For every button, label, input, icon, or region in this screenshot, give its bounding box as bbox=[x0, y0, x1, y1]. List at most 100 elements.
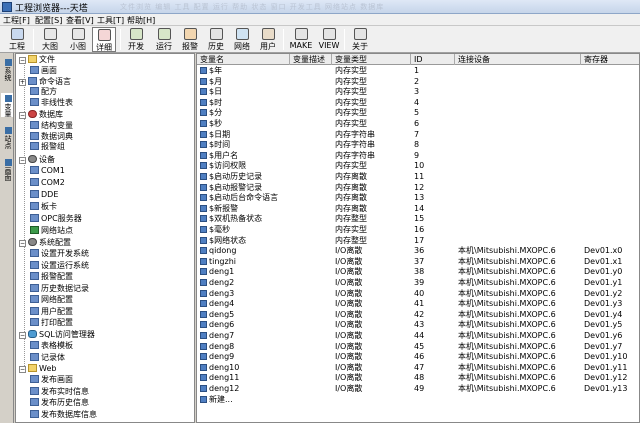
vtab-stations[interactable]: 站点 bbox=[1, 125, 13, 149]
toolbar-user-button[interactable]: 用户 bbox=[256, 27, 280, 52]
tree-node-com1[interactable]: COM1 bbox=[30, 166, 65, 176]
collapse-icon[interactable]: − bbox=[19, 57, 26, 64]
table-row[interactable]: $启动历史记录 内存离散 11 bbox=[197, 172, 639, 183]
table-row[interactable]: deng1 I/O离散 38 本机\Mitsubishi.MXOPC.6 Dev01.y… bbox=[197, 267, 639, 278]
menu-tools[interactable]: 工具[T] bbox=[97, 15, 124, 26]
column-header-id[interactable]: ID bbox=[411, 54, 455, 65]
column-header-type[interactable]: 变量类型 bbox=[332, 54, 411, 65]
tree-node-alarm-config[interactable]: 报警配置 bbox=[30, 272, 73, 282]
expand-icon[interactable]: + bbox=[19, 78, 26, 86]
tree-node-publish-history[interactable]: 发布历史信息 bbox=[30, 398, 89, 408]
tree-node-dev-system[interactable]: 设置开发系统 bbox=[30, 249, 89, 259]
table-row[interactable]: $新报警 内存离散 14 bbox=[197, 204, 639, 215]
tree-node-runtime-system[interactable]: 设置运行系统 bbox=[30, 260, 89, 271]
toolbar-details-button[interactable]: 详细 bbox=[92, 27, 116, 52]
table-row[interactable]: $月 内存实型 2 bbox=[197, 77, 639, 88]
table-row[interactable]: $时间 内存字符串 8 bbox=[197, 140, 639, 151]
tree-node-publish-screens[interactable]: 发布画面 bbox=[30, 375, 73, 385]
tree-node-publish-database[interactable]: 发布数据库信息 bbox=[30, 409, 97, 420]
table-row[interactable]: deng8 I/O离散 45 本机\Mitsubishi.MXOPC.6 Dev01.y… bbox=[197, 342, 639, 353]
table-row[interactable]: $启动后台命令语言 内存离散 13 bbox=[197, 193, 639, 204]
vtab-system[interactable]: 系统 bbox=[1, 57, 13, 81]
table-row[interactable]: 新建... bbox=[197, 395, 639, 406]
collapse-icon[interactable]: − bbox=[19, 332, 26, 339]
toolbar-small-icons-button[interactable]: 小图 bbox=[65, 27, 91, 52]
table-row[interactable]: $时 内存实型 4 bbox=[197, 98, 639, 109]
table-row[interactable]: tingzhi I/O离散 37 本机\Mitsubishi.MXOPC.6 Dev01… bbox=[197, 257, 639, 268]
table-row[interactable]: $日期 内存字符串 7 bbox=[197, 130, 639, 141]
vtab-variables[interactable]: 变量 bbox=[1, 93, 13, 117]
tree-node-struct-variables[interactable]: 结构变量 bbox=[30, 121, 73, 131]
column-header-register[interactable]: 寄存器 bbox=[581, 54, 639, 65]
table-row[interactable]: deng11 I/O离散 48 本机\Mitsubishi.MXOPC.6 Dev01.… bbox=[197, 373, 639, 384]
collapse-icon[interactable]: − bbox=[19, 112, 26, 119]
tree-node-publish-realtime[interactable]: 发布实时信息 bbox=[30, 386, 89, 397]
table-row[interactable]: $访问权限 内存实型 10 bbox=[197, 161, 639, 172]
toolbar-view-button[interactable]: VIEW bbox=[317, 27, 341, 52]
toolbar-large-icons-button[interactable]: 大图 bbox=[37, 27, 63, 52]
toolbar-make-button[interactable]: MAKE bbox=[287, 27, 315, 52]
tree-node-screens[interactable]: 画面 bbox=[30, 66, 57, 76]
toolbar-develop-button[interactable]: 开发 bbox=[124, 27, 148, 52]
tree-node-command-language[interactable]: + 命令语言 bbox=[19, 76, 71, 87]
tree-node-user-config[interactable]: 用户配置 bbox=[30, 306, 73, 317]
tree-node-recipe[interactable]: 配方 bbox=[30, 87, 57, 97]
table-row[interactable]: deng9 I/O离散 46 本机\Mitsubishi.MXOPC.6 Dev01.y… bbox=[197, 352, 639, 363]
toolbar-network-button[interactable]: 网络 bbox=[230, 27, 254, 52]
table-row[interactable]: deng7 I/O离散 44 本机\Mitsubishi.MXOPC.6 Dev01.y… bbox=[197, 331, 639, 342]
tree-node-database[interactable]: − 数据库 bbox=[19, 110, 63, 120]
cell-device: 本机\Mitsubishi.MXOPC.6 bbox=[458, 299, 556, 309]
tree-node-sql-manager[interactable]: − SQL访问管理器 bbox=[19, 330, 95, 340]
tree-node-file[interactable]: − 文件 bbox=[19, 55, 55, 65]
collapse-icon[interactable]: − bbox=[19, 366, 26, 373]
table-row[interactable]: $毫秒 内存实型 16 bbox=[197, 225, 639, 236]
table-row[interactable]: $启动报警记录 内存离散 12 bbox=[197, 183, 639, 194]
tree-node-system-config[interactable]: − 系统配置 bbox=[19, 238, 71, 248]
table-row[interactable]: deng12 I/O离散 49 本机\Mitsubishi.MXOPC.6 Dev01.… bbox=[197, 384, 639, 395]
menu-view[interactable]: 查看[V] bbox=[66, 15, 94, 26]
toolbar-history-button[interactable]: 历史 bbox=[204, 27, 228, 52]
table-row[interactable]: deng6 I/O离散 43 本机\Mitsubishi.MXOPC.6 Dev01.y… bbox=[197, 320, 639, 331]
collapse-icon[interactable]: − bbox=[19, 157, 26, 164]
table-row[interactable]: deng2 I/O离散 39 本机\Mitsubishi.MXOPC.6 Dev01.y… bbox=[197, 278, 639, 289]
table-row[interactable]: qidong I/O离散 36 本机\Mitsubishi.MXOPC.6 Dev01.… bbox=[197, 246, 639, 257]
tree-node-print-config[interactable]: 打印配置 bbox=[30, 318, 73, 328]
tree-node-dde[interactable]: DDE bbox=[30, 190, 58, 200]
table-row[interactable]: $年 内存实型 1 bbox=[197, 66, 639, 77]
column-header-device[interactable]: 连接设备 bbox=[455, 54, 581, 65]
table-row[interactable]: $秒 内存实型 6 bbox=[197, 119, 639, 130]
column-header-name[interactable]: 变量名 bbox=[197, 54, 290, 65]
tree-node-table-template[interactable]: 表格模板 bbox=[30, 341, 73, 351]
menu-help[interactable]: 帮助[H] bbox=[127, 15, 155, 26]
table-row[interactable]: deng4 I/O离散 41 本机\Mitsubishi.MXOPC.6 Dev01.y… bbox=[197, 299, 639, 310]
toolbar-about-button[interactable]: 关于 bbox=[348, 27, 372, 52]
toolbar-alarm-button[interactable]: 报警 bbox=[178, 27, 202, 52]
vtab-screens[interactable]: 画面 bbox=[1, 157, 13, 181]
tree-node-history-record[interactable]: 历史数据记录 bbox=[30, 283, 89, 294]
table-row[interactable]: deng3 I/O离散 40 本机\Mitsubishi.MXOPC.6 Dev01.y… bbox=[197, 289, 639, 300]
table-row[interactable]: $用户名 内存字符串 9 bbox=[197, 151, 639, 162]
tree-node-opc-server[interactable]: OPC服务器 bbox=[30, 214, 82, 224]
tree-node-network-config[interactable]: 网络配置 bbox=[30, 295, 73, 305]
menu-project[interactable]: 工程[F] bbox=[3, 15, 30, 26]
table-row[interactable]: $网络状态 内存整型 17 bbox=[197, 236, 639, 247]
tree-node-network-stations[interactable]: 网络站点 bbox=[30, 226, 73, 236]
column-header-description[interactable]: 变量描述 bbox=[290, 54, 332, 65]
toolbar-project-button[interactable]: 工程 bbox=[3, 27, 31, 52]
tree-node-com2[interactable]: COM2 bbox=[30, 178, 65, 188]
tree-node-record-body[interactable]: 记录体 bbox=[30, 352, 65, 363]
tree-node-nonlinear-table[interactable]: 非线性表 bbox=[30, 97, 73, 108]
tree-node-web[interactable]: − Web bbox=[19, 364, 56, 374]
table-row[interactable]: deng10 I/O离散 47 本机\Mitsubishi.MXOPC.6 Dev01.… bbox=[197, 363, 639, 374]
table-row[interactable]: deng5 I/O离散 42 本机\Mitsubishi.MXOPC.6 Dev01.y… bbox=[197, 310, 639, 321]
collapse-icon[interactable]: − bbox=[19, 240, 26, 247]
tree-node-data-dictionary[interactable]: 数据词典 bbox=[30, 131, 73, 142]
toolbar-run-button[interactable]: 运行 bbox=[152, 27, 176, 52]
table-row[interactable]: $日 内存实型 3 bbox=[197, 87, 639, 98]
tree-node-devices[interactable]: − 设备 bbox=[19, 155, 55, 165]
table-row[interactable]: $双机热备状态 内存整型 15 bbox=[197, 214, 639, 225]
tree-node-alarm-group[interactable]: 报警组 bbox=[30, 142, 65, 152]
table-row[interactable]: $分 内存实型 5 bbox=[197, 108, 639, 119]
tree-node-board[interactable]: 板卡 bbox=[30, 202, 57, 212]
menu-config[interactable]: 配置[S] bbox=[35, 15, 62, 26]
